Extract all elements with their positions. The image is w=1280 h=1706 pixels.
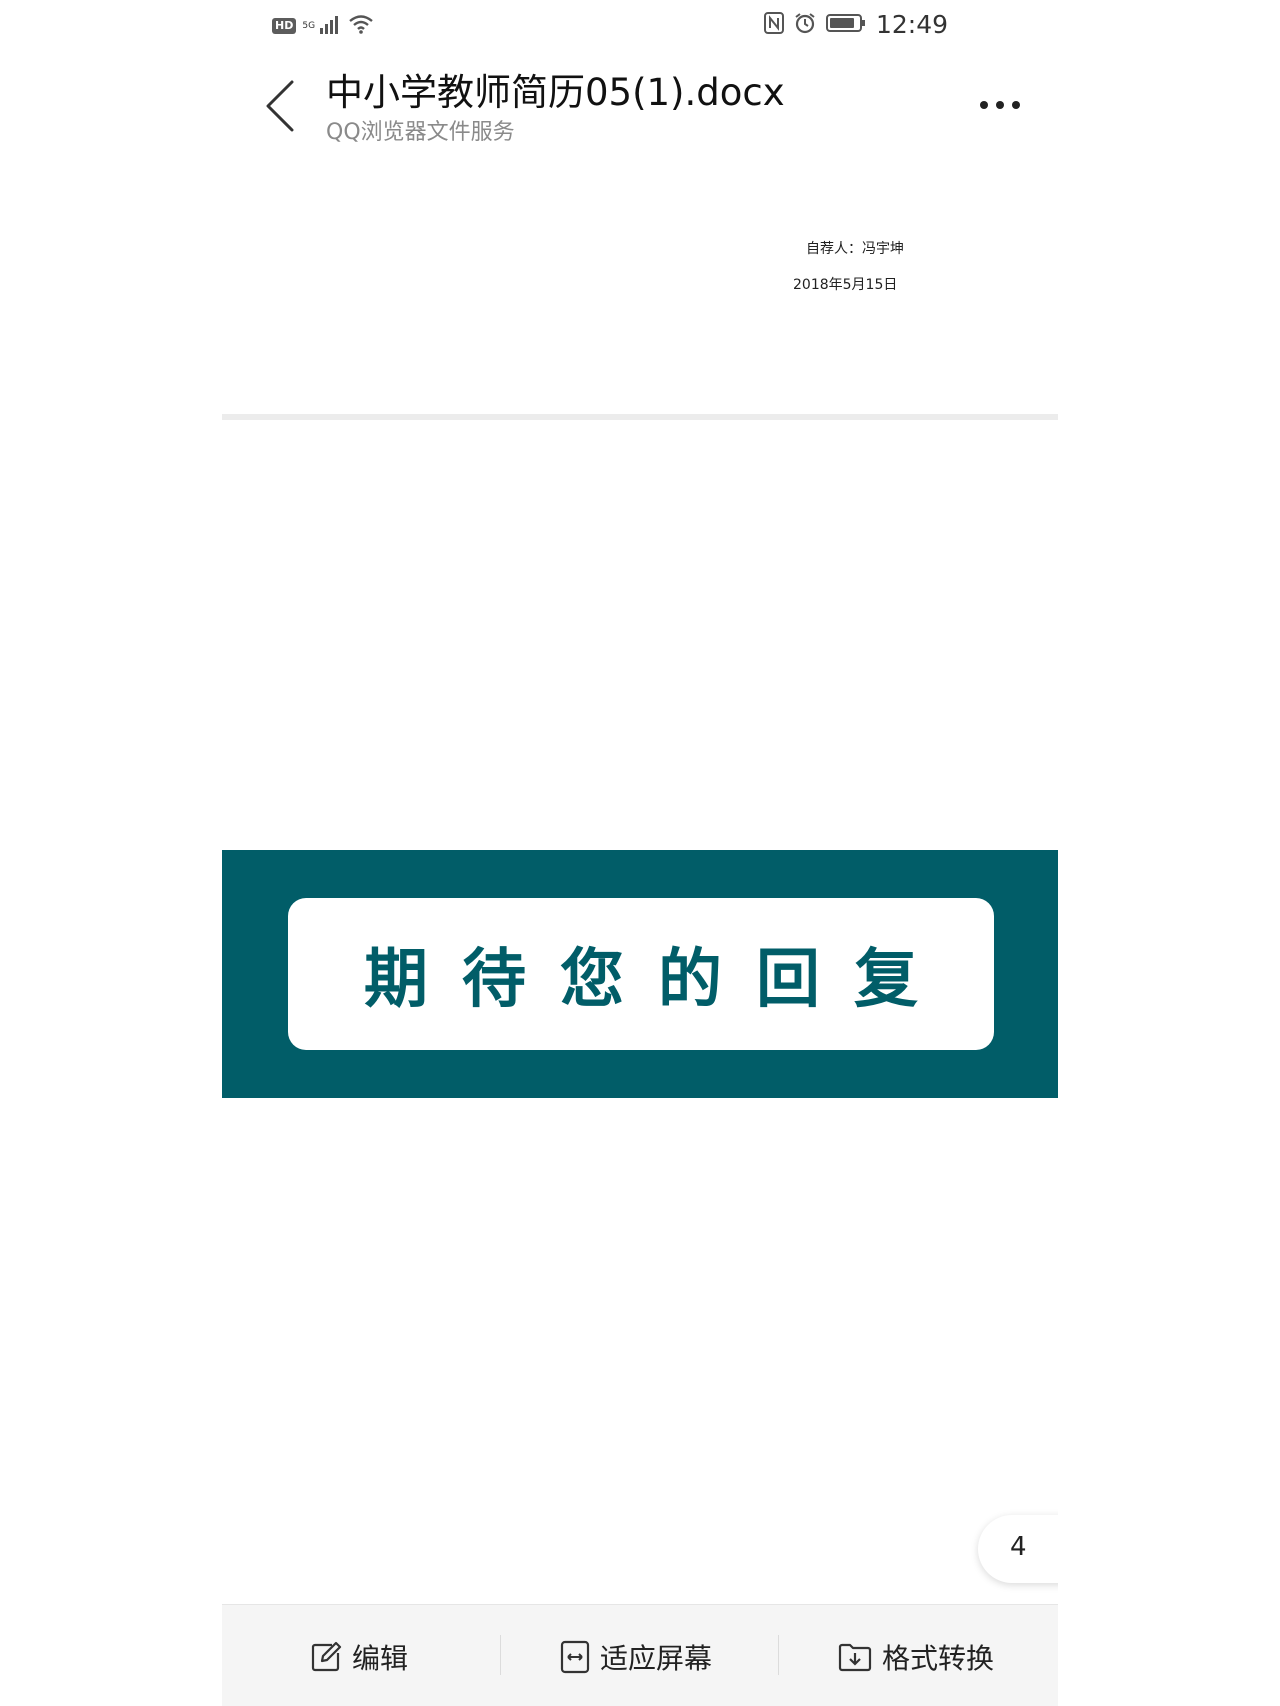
title-bar: 中小学教师简历05(1).docx QQ浏览器文件服务 [222, 58, 1058, 148]
closing-banner: 期待您的回复 [222, 850, 1058, 1098]
hd-icon: HD [272, 18, 297, 34]
edit-label: 编辑 [352, 1642, 409, 1675]
signal-icon [320, 14, 342, 38]
document-source: QQ浏览器文件服务 [326, 120, 515, 145]
fit-screen-button[interactable]: 适应屏幕 [560, 1635, 712, 1679]
nfc-icon [763, 11, 784, 38]
banner-text: 期待您的回复 [364, 943, 952, 1017]
phone-screen: HD 5G 12:49 中小学教师简历05(1).docx QQ浏览器文件服务 … [222, 0, 1058, 1706]
date-line: 2018年5月15日 [793, 277, 898, 293]
bottom-toolbar: 编辑 适应屏幕 格式转换 [222, 1604, 1058, 1706]
document-title: 中小学教师简历05(1).docx [326, 71, 785, 114]
document-viewer[interactable]: 自荐人：冯宇坤 2018年5月15日 期待您的回复 [222, 160, 1058, 1600]
status-left: HD 5G [272, 14, 374, 38]
banner-card: 期待您的回复 [288, 898, 994, 1050]
convert-format-button[interactable]: 格式转换 [838, 1635, 994, 1679]
fit-screen-label: 适应屏幕 [600, 1642, 713, 1675]
status-time: 12:49 [875, 10, 948, 39]
status-bar: HD 5G 12:49 [222, 0, 1058, 52]
convert-format-label: 格式转换 [882, 1642, 995, 1675]
status-right: 12:49 [763, 10, 948, 39]
page-indicator[interactable]: 4 [978, 1515, 1058, 1583]
edit-button[interactable]: 编辑 [310, 1635, 408, 1679]
wifi-icon [348, 14, 374, 38]
author-line: 自荐人：冯宇坤 [806, 241, 904, 257]
battery-icon [825, 13, 866, 37]
page-divider [222, 414, 1058, 420]
fit-screen-icon [560, 1640, 590, 1674]
toolbar-separator [500, 1635, 501, 1675]
alarm-icon [794, 12, 816, 38]
toolbar-separator [778, 1635, 779, 1675]
convert-format-icon [838, 1643, 872, 1672]
more-options-button[interactable] [970, 90, 1030, 120]
back-button[interactable] [262, 76, 302, 136]
edit-icon [311, 1641, 342, 1672]
more-horizontal-icon [980, 101, 1020, 109]
network-type-label: 5G [302, 20, 316, 31]
page-number: 4 [1010, 1532, 1027, 1562]
chevron-left-icon [266, 80, 294, 132]
